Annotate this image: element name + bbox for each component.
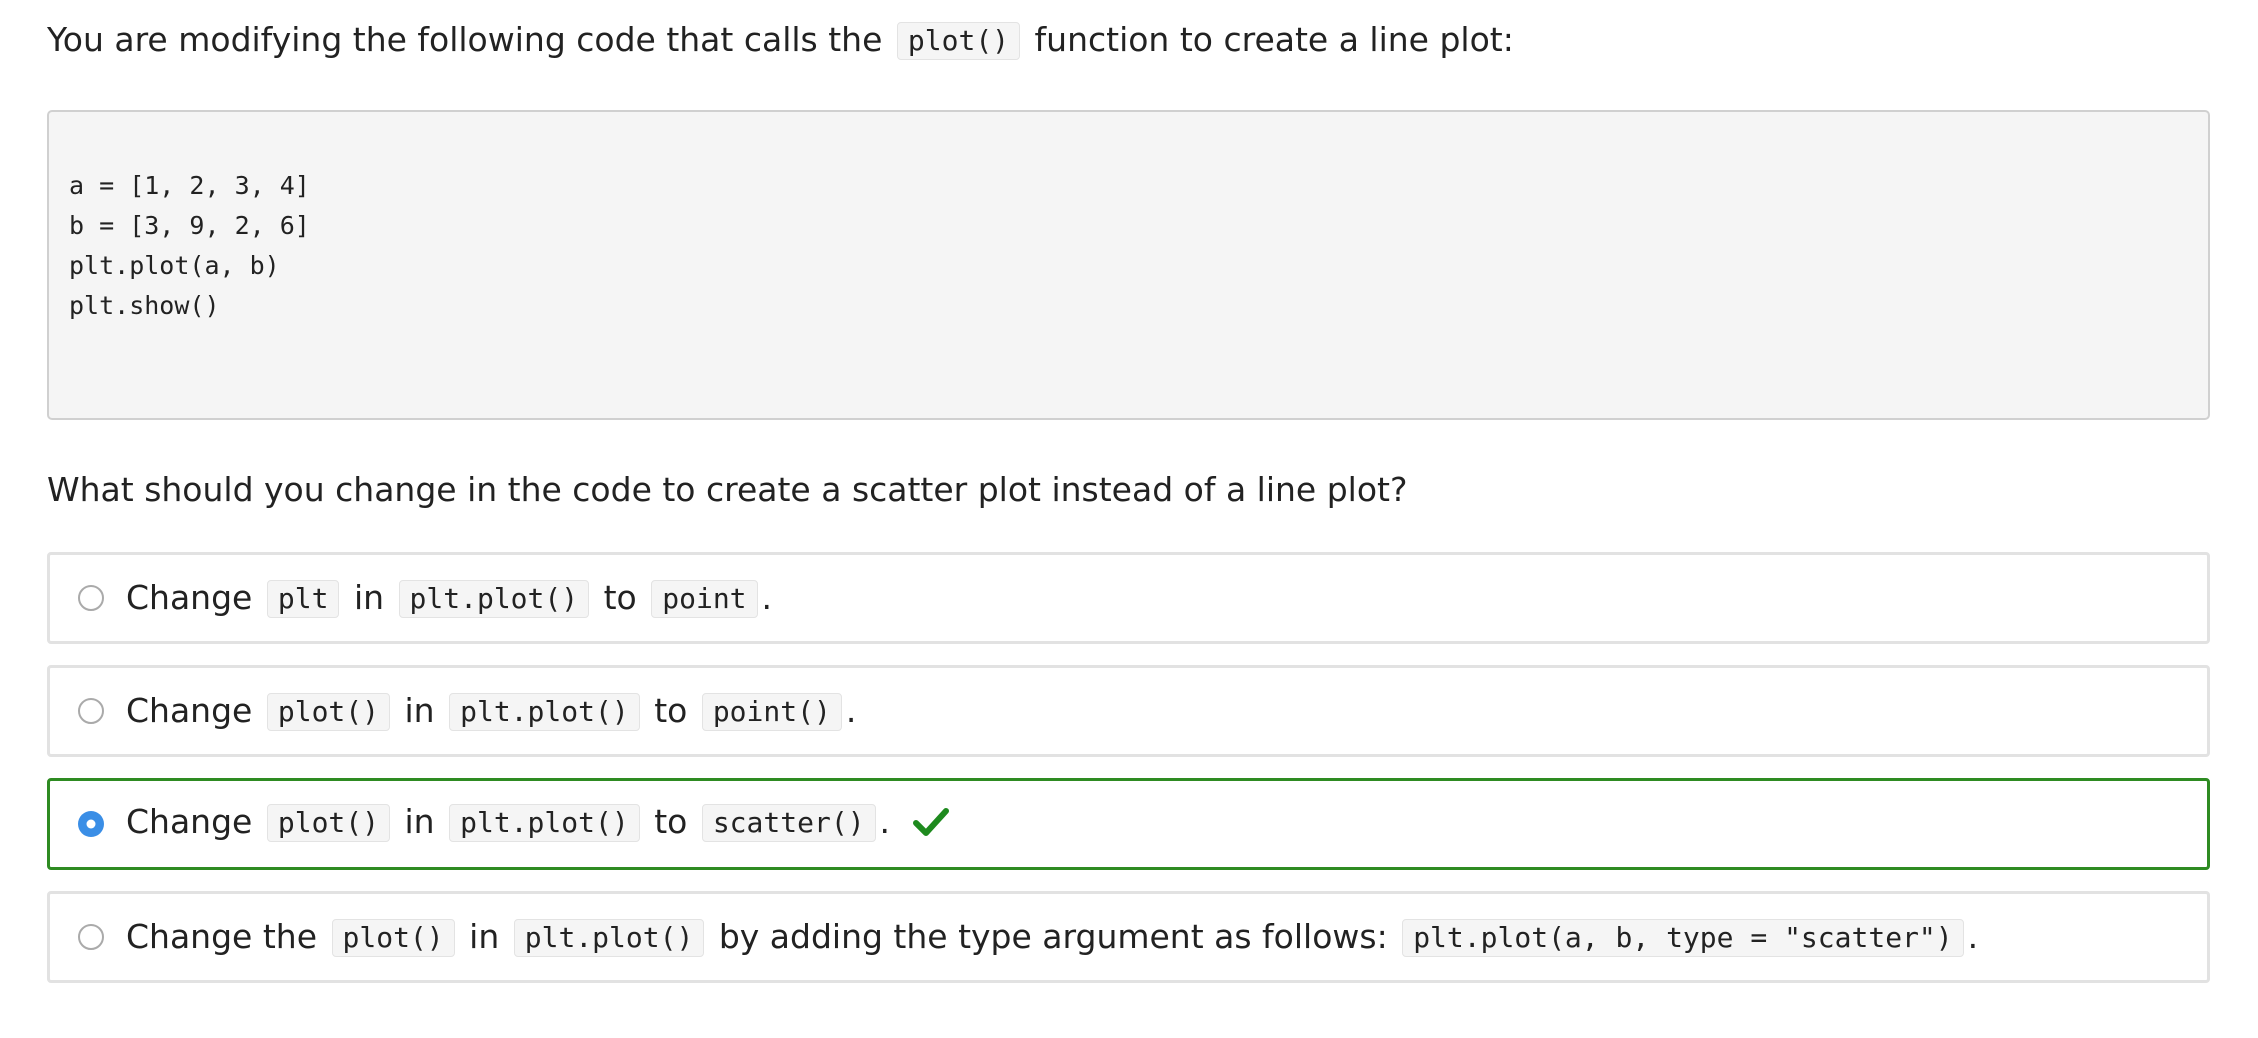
option-inline-code: scatter(): [701, 804, 876, 842]
option-label: Change the plot() in plt.plot() by addin…: [126, 915, 1978, 959]
option-inline-code: plot(): [266, 693, 391, 731]
option-text: in: [404, 802, 435, 841]
option-text: Change: [126, 578, 253, 617]
code-block: a = [1, 2, 3, 4] b = [3, 9, 2, 6] plt.pl…: [47, 110, 2210, 420]
option-text: .: [845, 691, 857, 730]
option-text: to: [603, 578, 637, 617]
option-text: .: [879, 802, 891, 841]
code-line: plt.plot(a, b): [69, 251, 280, 280]
question-text: What should you change in the code to cr…: [47, 470, 1408, 509]
option-text: in: [404, 691, 435, 730]
code-line: b = [3, 9, 2, 6]: [69, 211, 310, 240]
option-text: by adding the type argument as follows:: [718, 917, 1388, 956]
radio-button[interactable]: [78, 698, 104, 724]
option-text: .: [1967, 917, 1979, 956]
option-inline-code: point: [651, 580, 758, 618]
answer-option-2[interactable]: Change plot() in plt.plot() to point().: [47, 665, 2210, 757]
radio-button[interactable]: [78, 924, 104, 950]
option-text: Change: [126, 802, 253, 841]
option-inline-code: plot(): [266, 804, 391, 842]
option-inline-code: plot(): [331, 919, 455, 957]
answer-option-1[interactable]: Change plt in plt.plot() to point.: [47, 552, 2210, 644]
intro-text: You are modifying the following code tha…: [47, 18, 1514, 62]
option-inline-code: plt.plot(): [398, 580, 590, 618]
check-icon: [912, 804, 949, 848]
option-label: Change plot() in plt.plot() to point().: [126, 689, 856, 733]
option-text: Change the: [126, 917, 317, 956]
radio-button-selected[interactable]: [78, 811, 104, 837]
code-line: a = [1, 2, 3, 4]: [69, 171, 310, 200]
option-inline-code: plt.plot(): [513, 919, 705, 957]
code-line: plt.show(): [69, 291, 220, 320]
intro-inline-code: plot(): [896, 22, 1021, 60]
option-text: .: [761, 578, 773, 617]
answer-option-3[interactable]: Change plot() in plt.plot() to scatter()…: [47, 778, 2210, 870]
option-inline-code: plt.plot(): [449, 693, 640, 731]
option-inline-code: plt: [266, 580, 340, 618]
intro-text-before: You are modifying the following code tha…: [47, 20, 883, 59]
option-text: to: [654, 691, 688, 730]
option-text: to: [654, 802, 688, 841]
option-inline-code: plt.plot(): [449, 804, 640, 842]
option-label: Change plt in plt.plot() to point.: [126, 576, 772, 620]
answer-option-4[interactable]: Change the plot() in plt.plot() by addin…: [47, 891, 2210, 983]
option-label: Change plot() in plt.plot() to scatter()…: [126, 800, 949, 848]
option-inline-code: point(): [701, 693, 842, 731]
option-inline-code: plt.plot(a, b, type = "scatter"): [1402, 919, 1964, 957]
intro-text-after: function to create a line plot:: [1034, 20, 1514, 59]
option-text: Change: [126, 691, 253, 730]
radio-button[interactable]: [78, 585, 104, 611]
option-text: in: [469, 917, 500, 956]
option-text: in: [353, 578, 385, 617]
